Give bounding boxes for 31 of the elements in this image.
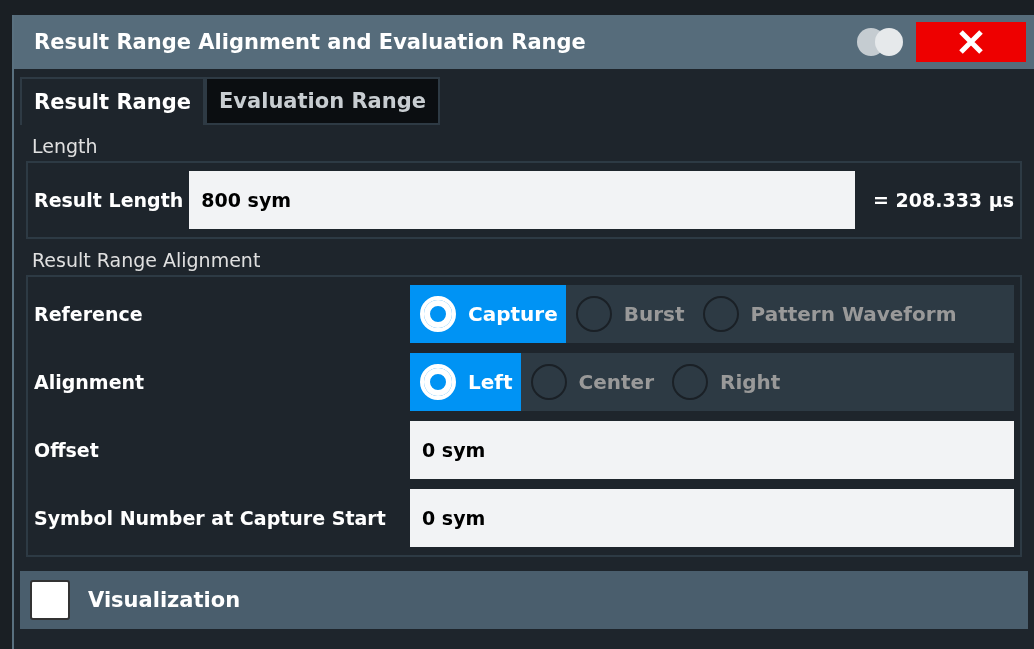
- input-field[interactable]: 800 sym: [189, 171, 855, 229]
- field-label: Alignment: [34, 371, 146, 393]
- radio-option[interactable]: Burst: [565, 285, 693, 343]
- close-button[interactable]: [916, 22, 1026, 62]
- section-heading: Length: [31, 134, 99, 159]
- tab[interactable]: Evaluation Range: [205, 77, 440, 125]
- close-icon: [958, 29, 984, 55]
- checkbox[interactable]: [30, 580, 70, 620]
- radio-icon: [672, 364, 709, 400]
- toggle-icon[interactable]: [856, 27, 904, 57]
- field-label: Offset: [34, 439, 100, 461]
- radio-option[interactable]: Right: [662, 353, 789, 411]
- input-field[interactable]: 0 sym: [410, 489, 1014, 547]
- radio-option[interactable]: Left: [410, 353, 521, 411]
- field-label: Result Length: [34, 189, 184, 211]
- equivalent-time: = 208.333 µs: [873, 189, 1014, 211]
- checkbox-label: Visualization: [88, 588, 241, 612]
- radio-icon: [575, 296, 612, 332]
- radio-option[interactable]: Center: [520, 353, 663, 411]
- tab[interactable]: Result Range: [20, 77, 205, 125]
- radio-option[interactable]: Pattern Waveform: [692, 285, 965, 343]
- radio-icon: [530, 364, 567, 400]
- radio-icon: [420, 296, 456, 332]
- radio-icon: [702, 296, 739, 332]
- dialog-title: Result Range Alignment and Evaluation Range: [34, 30, 587, 54]
- section-heading: Result Range Alignment: [31, 248, 262, 273]
- field-label: Reference: [34, 303, 144, 325]
- radio-option[interactable]: Capture: [410, 285, 566, 343]
- radio-icon: [420, 364, 456, 400]
- field-label: Symbol Number at Capture Start: [34, 507, 387, 529]
- input-field[interactable]: 0 sym: [410, 421, 1014, 479]
